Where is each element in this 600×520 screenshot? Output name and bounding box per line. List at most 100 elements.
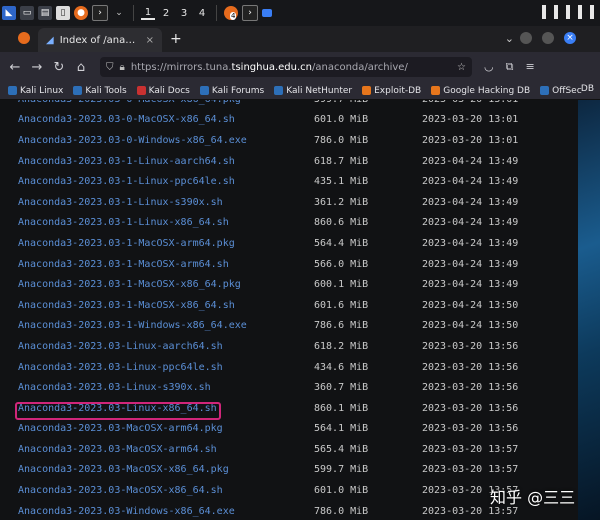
document-icon[interactable]: ▯ (56, 6, 70, 20)
bookmark-kali-nethunter[interactable]: Kali NetHunter (274, 86, 352, 96)
new-tab-button[interactable]: + (170, 31, 182, 47)
desktop-icon[interactable]: ▭ (20, 6, 34, 20)
workspace-2[interactable]: 2 (159, 8, 173, 19)
file-date: 2023-03-20 13:56 (422, 377, 518, 398)
tab-anaconda-archive[interactable]: ◢ Index of /anaconda/archive/ × (38, 28, 162, 52)
url-bar[interactable]: ⛉ 🔒︎ https://mirrors.tuna.tsinghua.edu.c… (100, 57, 472, 77)
bookmark-star-icon[interactable]: ☆ (457, 62, 466, 73)
file-date: 2023-04-24 13:49 (422, 213, 518, 234)
file-link[interactable]: Anaconda3-2023.03-1-MacOSX-x86_64.pkg (18, 274, 241, 295)
close-window-button[interactable]: × (564, 32, 576, 44)
bookmark-google-hacking-db[interactable]: Google Hacking DB (431, 86, 530, 96)
file-date: 2023-04-24 13:50 (422, 316, 518, 337)
file-link[interactable]: Anaconda3-2023.03-1-Windows-x86_64.exe (18, 316, 247, 337)
workspace-1[interactable]: 1 (141, 7, 155, 20)
kali-menu-icon[interactable]: ◣ (2, 6, 16, 20)
home-icon[interactable]: ⌂ (70, 60, 92, 75)
file-link[interactable]: Anaconda3-2023.03-0-MacOSX-x86_64.pkg (18, 100, 241, 110)
desktop-wallpaper-edge (578, 100, 600, 520)
extensions-icon[interactable]: ⧉ (506, 60, 514, 74)
file-date: 2023-03-20 13:56 (422, 336, 518, 357)
bookmark-offsec[interactable]: OffSec (540, 86, 581, 96)
table-row: Anaconda3-2023.03-MacOSX-arm64.sh565.4 M… (0, 439, 578, 460)
file-date: 2023-03-20 13:56 (422, 357, 518, 378)
file-date: 2023-03-20 13:56 (422, 398, 518, 419)
workspace-4[interactable]: 4 (195, 8, 209, 19)
file-link[interactable]: Anaconda3-2023.03-Linux-ppc64le.sh (18, 357, 223, 378)
file-link[interactable]: Anaconda3-2023.03-Windows-x86_64.exe (18, 501, 235, 520)
file-link[interactable]: Anaconda3-2023.03-0-Windows-x86_64.exe (18, 130, 247, 151)
bookmark-kali-linux[interactable]: Kali Linux (8, 86, 63, 96)
file-link[interactable]: Anaconda3-2023.03-1-Linux-aarch64.sh (18, 151, 235, 172)
bookmark-label: Kali Tools (85, 86, 126, 96)
forward-arrow-icon[interactable]: → (26, 60, 48, 75)
table-row: Anaconda3-2023.03-MacOSX-x86_64.pkg 599.7… (0, 460, 578, 481)
terminal-icon[interactable]: › (92, 5, 108, 21)
url-host: tsinghua.edu.cn (232, 62, 312, 73)
file-link[interactable]: Anaconda3-2023.03-0-MacOSX-x86_64.sh (18, 110, 235, 131)
tab-list-chevron-icon[interactable]: ⌄ (505, 32, 514, 45)
firefox-window-icon[interactable]: 4 (224, 6, 238, 20)
reload-icon[interactable]: ↻ (48, 60, 70, 75)
bookmark-exploit-db[interactable]: Exploit-DB (362, 86, 421, 96)
table-row: Anaconda3-2023.03-1-MacOSX-arm64.pkg564.… (0, 233, 578, 254)
file-date: 2023-03-20 13:57 (422, 460, 518, 481)
bookmark-kali-docs[interactable]: Kali Docs (137, 86, 190, 96)
file-link[interactable]: Anaconda3-2023.03-1-MacOSX-arm64.sh (18, 254, 229, 275)
window-count-badge: 4 (230, 12, 236, 20)
maximize-button[interactable] (542, 32, 554, 44)
firefox-icon[interactable]: ● (74, 6, 88, 20)
file-size: 599.7 MiB (314, 460, 368, 481)
browser-tab-bar: ◢ Index of /anaconda/archive/ × + ⌄ × (0, 26, 600, 52)
bookmark-kali-forums[interactable]: Kali Forums (200, 86, 264, 96)
file-link[interactable]: Anaconda3-2023.03-Linux-aarch64.sh (18, 336, 223, 357)
file-link[interactable]: Anaconda3-2023.03-1-Linux-ppc64le.sh (18, 171, 235, 192)
file-size: 434.6 MiB (314, 357, 368, 378)
bookmark-overflow[interactable]: DB (581, 84, 594, 94)
close-tab-icon[interactable]: × (146, 35, 154, 46)
table-row: Anaconda3-2023.03-0-MacOSX-x86_64.pkg599… (0, 100, 578, 110)
kali-icon (73, 86, 82, 95)
screen-window-icon[interactable] (262, 9, 272, 17)
file-date: 2023-03-20 13:01 (422, 130, 518, 151)
table-row: Anaconda3-2023.03-Linux-aarch64.sh618.2 … (0, 336, 578, 357)
file-size: 361.2 MiB (314, 192, 368, 213)
file-date: 2023-04-24 13:49 (422, 274, 518, 295)
file-link[interactable]: Anaconda3-2023.03-MacOSX-x86_64.sh (18, 480, 223, 501)
bookmark-kali-tools[interactable]: Kali Tools (73, 86, 126, 96)
file-link[interactable]: Anaconda3-2023.03-Linux-s390x.sh (18, 377, 211, 398)
exploit-db-icon (431, 86, 440, 95)
table-row: Anaconda3-2023.03-0-Windows-x86_64.exe78… (0, 130, 578, 151)
shield-icon[interactable]: ⛉ (106, 62, 114, 73)
menu-icon[interactable]: ≡ (525, 60, 534, 74)
bookmark-label: OffSec (552, 86, 581, 96)
tray-indicator-2 (554, 5, 558, 19)
bookmark-label: Kali NetHunter (286, 86, 352, 96)
system-tray (542, 5, 594, 19)
file-link[interactable]: Anaconda3-2023.03-1-MacOSX-x86_64.sh (18, 295, 235, 316)
kali-icon (8, 86, 17, 95)
lock-icon[interactable]: 🔒︎ (120, 62, 125, 73)
bookmarks-toolbar: Kali Linux Kali Tools Kali Docs Kali For… (0, 82, 600, 100)
system-taskbar: ◣ ▭ ▤ ▯ ● › ⌄ 1 2 3 4 4 › (0, 0, 600, 26)
zhihu-watermark: 知乎 @三三 (490, 484, 575, 508)
back-arrow-icon[interactable]: ← (4, 60, 26, 75)
file-link[interactable]: Anaconda3-2023.03-1-Linux-s390x.sh (18, 192, 223, 213)
files-icon[interactable]: ▤ (38, 6, 52, 20)
chevron-down-icon[interactable]: ⌄ (112, 6, 126, 20)
pocket-icon[interactable]: ◡ (484, 60, 494, 74)
url-path: /anaconda/archive/ (312, 62, 408, 73)
table-row: Anaconda3-2023.03-1-Linux-x86_64.sh860.6… (0, 213, 578, 234)
tray-indicator-5 (590, 5, 594, 19)
file-link[interactable]: Anaconda3-2023.03-1-MacOSX-arm64.pkg (18, 233, 235, 254)
workspace-3[interactable]: 3 (177, 8, 191, 19)
minimize-button[interactable] (520, 32, 532, 44)
file-link[interactable]: Anaconda3-2023.03-MacOSX-arm64.sh (18, 439, 217, 460)
file-link[interactable]: Anaconda3-2023.03-MacOSX-x86_64.pkg (18, 460, 229, 481)
terminal-window-icon[interactable]: › (242, 5, 258, 21)
url-text[interactable]: https://mirrors.tuna.tsinghua.edu.cn/ana… (131, 62, 451, 73)
file-link[interactable]: Anaconda3-2023.03-MacOSX-arm64.pkg (18, 419, 223, 440)
file-link[interactable]: Anaconda3-2023.03-1-Linux-x86_64.sh (18, 213, 229, 234)
file-size: 786.6 MiB (314, 316, 368, 337)
file-date: 2023-03-20 13:56 (422, 419, 518, 440)
